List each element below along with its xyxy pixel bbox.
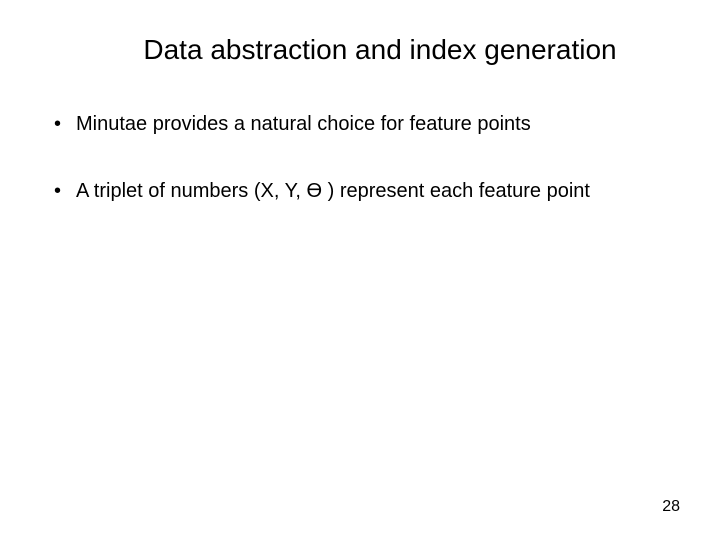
page-number: 28 bbox=[662, 498, 680, 516]
slide-title: Data abstraction and index generation bbox=[48, 34, 672, 66]
bullet-item: Minutae provides a natural choice for fe… bbox=[48, 112, 672, 137]
bullet-item: A triplet of numbers (X, Y, Ө ) represen… bbox=[48, 179, 672, 204]
bullet-list: Minutae provides a natural choice for fe… bbox=[48, 112, 672, 204]
slide-container: Data abstraction and index generation Mi… bbox=[0, 0, 720, 540]
